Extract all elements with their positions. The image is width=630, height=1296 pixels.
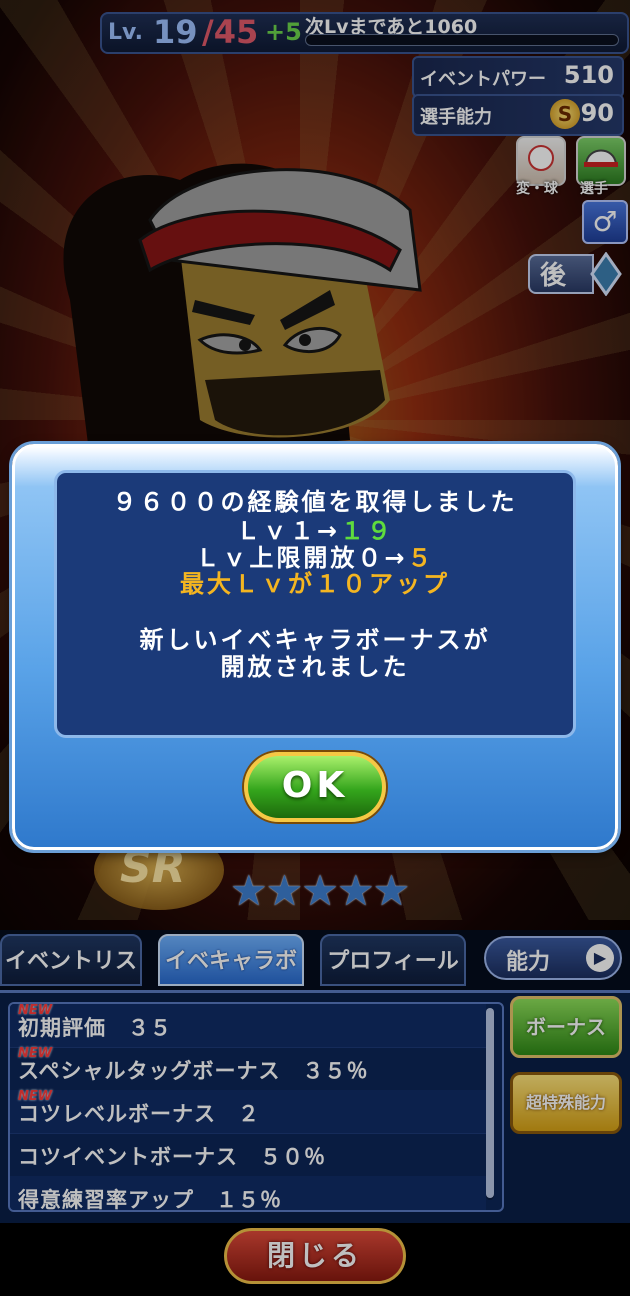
ok-button[interactable]: OK xyxy=(244,752,386,822)
max-level-up-text: 最大Ｌｖが１０アップ xyxy=(180,570,450,598)
new-bonus-text-2: 開放されました xyxy=(220,653,410,681)
